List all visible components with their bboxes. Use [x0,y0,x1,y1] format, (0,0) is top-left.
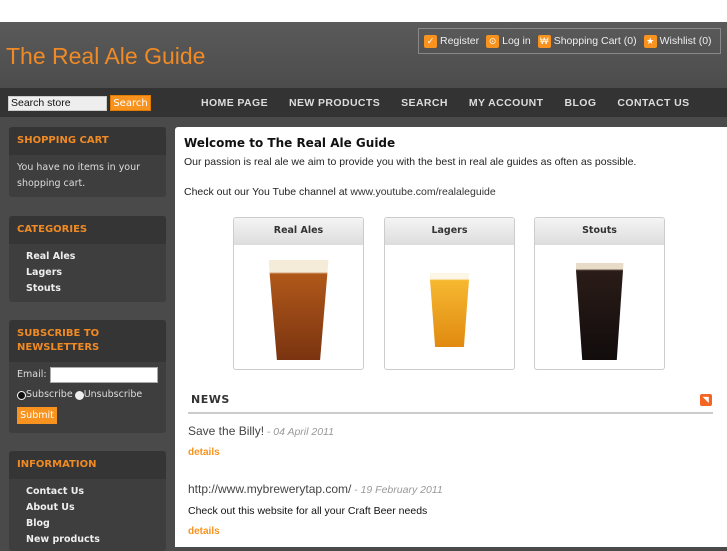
nav-bar: Search store Search HOME PAGE NEW PRODUC… [0,88,727,117]
beer-glass-image [429,273,470,347]
product-title: Lagers [385,218,514,245]
star-icon: ★ [643,34,657,48]
product-card-stouts[interactable]: Stouts [534,217,665,370]
newsletter-box: SUBSCRIBE TO NEWSLETTERS Email: Subscrib… [9,320,166,433]
youtube-link[interactable]: www.youtube.com/realaleguide [350,186,495,198]
subscribe-label: Subscribe [26,389,73,400]
beer-glass-image [575,263,624,360]
subscribe-radio[interactable] [17,390,26,400]
register-label: Register [440,35,480,47]
news-item-date: - 04 April 2011 [266,426,334,438]
wishlist-label: Wishlist (0) [659,35,712,47]
cart-text: You have no items in your shopping cart. [17,162,141,189]
news-details-link[interactable]: details [188,447,220,458]
news-header: NEWS ◥ [188,389,713,414]
product-card-real-ales[interactable]: Real Ales [233,217,364,370]
info-about-us[interactable]: About Us [17,500,158,516]
news-details-link[interactable]: details [188,526,220,537]
check-icon: ✓ [424,34,437,48]
search-input[interactable]: Search store [8,96,107,111]
main-menu: HOME PAGE NEW PRODUCTS SEARCH MY ACCOUNT… [201,88,689,117]
category-lagers[interactable]: Lagers [17,265,158,281]
login-label: Log in [502,35,531,47]
main-content: Welcome to The Real Ale Guide Our passio… [175,127,727,547]
nav-new-products[interactable]: NEW PRODUCTS [289,97,380,109]
header: The Real Ale Guide ✓ Register ⊙ Log in ₩ Sh… [0,22,727,88]
box-title: SUBSCRIBE TO NEWSLETTERS [9,320,166,362]
nav-blog[interactable]: BLOG [564,97,596,109]
rss-icon[interactable]: ◥ [700,394,712,406]
news-item: http://www.mybrewerytap.com/ - 19 Februa… [188,482,443,537]
news-item-title[interactable]: Save the Billy! [188,424,264,438]
email-label: Email: [17,369,47,380]
news-item-title[interactable]: http://www.mybrewerytap.com/ [188,482,351,496]
product-title: Real Ales [234,218,363,245]
info-contact-us[interactable]: Contact Us [17,484,158,500]
box-title: INFORMATION [9,451,166,479]
beer-glass-image [268,260,329,360]
unsubscribe-radio[interactable] [74,390,84,400]
page-title: Welcome to The Real Ale Guide [184,136,396,150]
search-button[interactable]: Search [110,95,151,111]
news-title: NEWS [191,393,230,406]
info-blog[interactable]: Blog [17,516,158,532]
top-band [0,0,727,22]
wishlist-link[interactable]: ★ Wishlist (0) [643,34,712,48]
product-card-lagers[interactable]: Lagers [384,217,515,370]
box-title: SHOPPING CART [9,127,166,155]
unsubscribe-label: Unsubscribe [83,389,143,400]
cart-label: Shopping Cart (0) [553,35,637,47]
submit-button[interactable]: Submit [17,407,57,424]
cart-link[interactable]: ₩ Shopping Cart (0) [537,34,637,48]
info-new-products[interactable]: New products [17,532,158,548]
account-links: ✓ Register ⊙ Log in ₩ Shopping Cart (0) ★ Wi… [418,28,721,54]
nav-my-account[interactable]: MY ACCOUNT [469,97,544,109]
category-stouts[interactable]: Stouts [17,281,158,297]
login-link[interactable]: ⊙ Log in [486,34,531,48]
product-title: Stouts [535,218,664,245]
site-logo[interactable]: The Real Ale Guide [6,43,205,70]
lock-icon: ⊙ [486,34,500,48]
intro-text: Our passion is real ale we aim to provid… [184,156,637,168]
email-field[interactable] [49,367,158,383]
news-item-body: Check out this website for all your Craf… [188,505,428,517]
news-item: Save the Billy! - 04 April 2011 details [188,424,334,458]
nav-search[interactable]: SEARCH [401,97,448,109]
nav-contact[interactable]: CONTACT US [617,97,689,109]
register-link[interactable]: ✓ Register [424,34,480,48]
information-box: INFORMATION Contact Us About Us Blog New… [9,451,166,551]
cart-icon: ₩ [537,34,551,48]
youtube-text: Check out our You Tube channel at [184,186,351,198]
shopping-cart-box: SHOPPING CART You have no items in your … [9,127,166,197]
box-title: CATEGORIES [9,216,166,244]
news-item-date: - 19 February 2011 [354,484,443,496]
nav-home[interactable]: HOME PAGE [201,97,268,109]
category-real-ales[interactable]: Real Ales [17,249,158,265]
categories-box: CATEGORIES Real Ales Lagers Stouts [9,216,166,302]
